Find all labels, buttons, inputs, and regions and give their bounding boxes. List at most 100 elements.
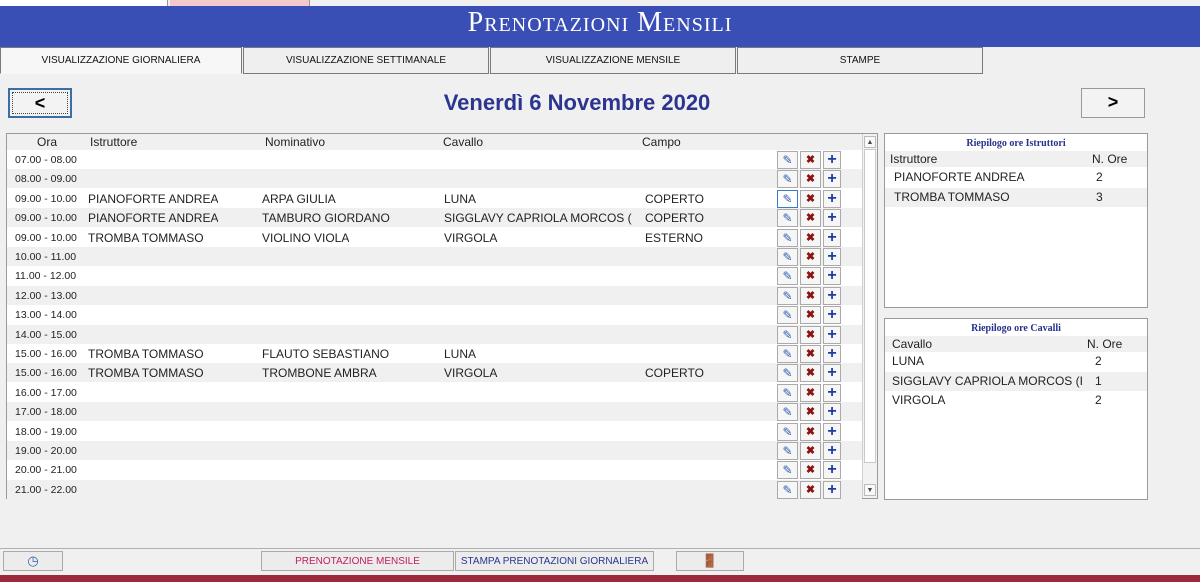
plus-icon[interactable]: + bbox=[823, 442, 841, 460]
page-title: Prenotazioni Mensili bbox=[467, 7, 733, 38]
plus-icon[interactable]: + bbox=[823, 403, 841, 422]
pencil-icon[interactable]: ✎ bbox=[777, 325, 798, 344]
tab-stampe[interactable]: STAMPE bbox=[737, 47, 983, 74]
plus-icon[interactable]: + bbox=[823, 480, 841, 499]
table-row[interactable]: 13.00 - 14.00 ✎ ✖ + bbox=[7, 305, 862, 325]
pencil-icon[interactable]: ✎ bbox=[777, 151, 798, 169]
delete-x-icon[interactable]: ✖ bbox=[800, 345, 821, 363]
table-row[interactable]: 15.00 - 16.00 TROMBA TOMMASO TROMBONE AMBR… bbox=[7, 363, 862, 383]
delete-x-icon[interactable]: ✖ bbox=[800, 248, 821, 266]
delete-x-icon[interactable]: ✖ bbox=[800, 403, 821, 422]
clock-icon[interactable]: ◷ bbox=[3, 551, 63, 571]
table-row[interactable]: 20.00 - 21.00 ✎ ✖ + bbox=[7, 460, 862, 480]
pencil-icon[interactable]: ✎ bbox=[777, 480, 798, 499]
istruttore-cell: TROMBA TOMMASO bbox=[88, 347, 204, 361]
pencil-icon[interactable]: ✎ bbox=[777, 248, 798, 266]
ora-cell: 07.00 - 08.00 bbox=[15, 154, 77, 166]
ora-cell: 11.00 - 12.00 bbox=[15, 270, 77, 283]
delete-x-icon[interactable]: ✖ bbox=[800, 151, 821, 169]
table-row[interactable]: 18.00 - 19.00 ✎ ✖ + bbox=[7, 422, 862, 441]
delete-x-icon[interactable]: ✖ bbox=[800, 461, 821, 480]
table-row[interactable]: 10.00 - 11.00 ✎ ✖ + bbox=[7, 247, 862, 266]
table-row[interactable]: 17.00 - 18.00 ✎ ✖ + bbox=[7, 402, 862, 422]
previous-day-button[interactable]: < bbox=[8, 88, 72, 118]
pencil-icon[interactable]: ✎ bbox=[777, 209, 798, 228]
plus-icon[interactable]: + bbox=[823, 364, 841, 383]
delete-x-icon[interactable]: ✖ bbox=[800, 364, 821, 383]
delete-x-icon[interactable]: ✖ bbox=[800, 306, 821, 325]
table-row[interactable]: 16.00 - 17.00 ✎ ✖ + bbox=[7, 383, 862, 402]
pencil-icon[interactable]: ✎ bbox=[777, 364, 798, 383]
table-row[interactable]: 15.00 - 16.00 TROMBA TOMMASO FLAUTO SEBAST… bbox=[7, 344, 862, 363]
summary-name: SIGGLAVY CAPRIOLA MORCOS (I bbox=[892, 373, 1083, 388]
plus-icon[interactable]: + bbox=[823, 248, 841, 266]
delete-x-icon[interactable]: ✖ bbox=[800, 480, 821, 499]
pencil-icon[interactable]: ✎ bbox=[777, 267, 798, 286]
pencil-icon[interactable]: ✎ bbox=[777, 189, 798, 208]
istruttore-cell: TROMBA TOMMASO bbox=[88, 366, 204, 381]
delete-x-icon[interactable]: ✖ bbox=[800, 325, 821, 344]
pencil-icon[interactable]: ✎ bbox=[777, 228, 798, 247]
table-row[interactable]: 09.00 - 10.00 PIANOFORTE ANDREA ARPA GIULI… bbox=[7, 189, 862, 208]
table-row[interactable]: 14.00 - 15.00 ✎ ✖ + bbox=[7, 324, 862, 344]
col-cavallo: Cavallo bbox=[443, 135, 484, 149]
nominativo-cell: TROMBONE AMBRA bbox=[262, 366, 377, 381]
stampa-prenotazioni-giornaliera-button[interactable]: STAMPA PRENOTAZIONI GIORNALIERA bbox=[455, 551, 654, 571]
campo-cell: ESTERNO bbox=[645, 230, 704, 245]
plus-icon[interactable]: + bbox=[823, 306, 841, 325]
plus-icon[interactable]: + bbox=[823, 267, 841, 286]
exit-door-icon[interactable]: 🚪 bbox=[676, 551, 744, 571]
delete-x-icon[interactable]: ✖ bbox=[800, 383, 821, 402]
pencil-icon[interactable]: ✎ bbox=[777, 461, 798, 480]
tab-visualizzazione-giornaliera[interactable]: VISUALIZZAZIONE GIORNALIERA bbox=[0, 47, 242, 74]
delete-x-icon[interactable]: ✖ bbox=[800, 286, 821, 305]
table-row[interactable]: 08.00 - 09.00 ✎ ✖ + bbox=[7, 169, 862, 189]
bookings-grid: Ora Istruttore Nominativo Cavallo Campo … bbox=[6, 133, 878, 499]
table-row[interactable]: 12.00 - 13.00 ✎ ✖ + bbox=[7, 285, 862, 305]
plus-icon[interactable]: + bbox=[823, 286, 841, 305]
delete-x-icon[interactable]: ✖ bbox=[800, 442, 821, 460]
pencil-icon[interactable]: ✎ bbox=[777, 422, 798, 441]
riepilogo-cavalli-panel: Riepilogo ore Cavalli Cavallo N. Ore LUN… bbox=[884, 318, 1148, 500]
table-row[interactable]: 11.00 - 12.00 ✎ ✖ + bbox=[7, 266, 862, 286]
ora-cell: 16.00 - 17.00 bbox=[15, 386, 77, 399]
plus-icon[interactable]: + bbox=[823, 325, 841, 344]
table-row[interactable]: 19.00 - 20.00 ✎ ✖ + bbox=[7, 441, 862, 460]
pencil-icon[interactable]: ✎ bbox=[777, 403, 798, 422]
plus-icon[interactable]: + bbox=[823, 209, 841, 228]
scroll-down-icon[interactable]: ▼ bbox=[864, 484, 876, 496]
plus-icon[interactable]: + bbox=[823, 383, 841, 402]
table-row[interactable]: 21.00 - 22.00 ✎ ✖ + bbox=[7, 479, 862, 499]
pencil-icon[interactable]: ✎ bbox=[777, 345, 798, 363]
plus-icon[interactable]: + bbox=[823, 189, 841, 208]
delete-x-icon[interactable]: ✖ bbox=[800, 422, 821, 441]
ora-cell: 08.00 - 09.00 bbox=[15, 173, 77, 186]
grid-scrollbar[interactable]: ▲ ▼ bbox=[862, 134, 877, 498]
tab-visualizzazione-settimanale[interactable]: VISUALIZZAZIONE SETTIMANALE bbox=[243, 47, 489, 74]
next-day-button[interactable]: > bbox=[1081, 88, 1145, 118]
pencil-icon[interactable]: ✎ bbox=[777, 442, 798, 460]
plus-icon[interactable]: + bbox=[823, 228, 841, 247]
delete-x-icon[interactable]: ✖ bbox=[800, 170, 821, 189]
plus-icon[interactable]: + bbox=[823, 345, 841, 363]
scroll-thumb[interactable] bbox=[864, 149, 876, 463]
tab-visualizzazione-mensile[interactable]: VISUALIZZAZIONE MENSILE bbox=[490, 47, 736, 74]
pencil-icon[interactable]: ✎ bbox=[777, 170, 798, 189]
col-n-ore: N. Ore bbox=[1092, 152, 1128, 166]
delete-x-icon[interactable]: ✖ bbox=[800, 228, 821, 247]
table-row[interactable]: 07.00 - 08.00 ✎ ✖ + bbox=[7, 150, 862, 169]
scroll-up-icon[interactable]: ▲ bbox=[864, 136, 876, 148]
delete-x-icon[interactable]: ✖ bbox=[800, 209, 821, 228]
pencil-icon[interactable]: ✎ bbox=[777, 286, 798, 305]
table-row[interactable]: 09.00 - 10.00 TROMBA TOMMASO VIOLINO VIOLA… bbox=[7, 228, 862, 247]
pencil-icon[interactable]: ✎ bbox=[777, 383, 798, 402]
delete-x-icon[interactable]: ✖ bbox=[800, 267, 821, 286]
prenotazione-mensile-button[interactable]: PRENOTAZIONE MENSILE bbox=[261, 551, 454, 571]
delete-x-icon[interactable]: ✖ bbox=[800, 189, 821, 208]
plus-icon[interactable]: + bbox=[823, 461, 841, 480]
pencil-icon[interactable]: ✎ bbox=[777, 306, 798, 325]
plus-icon[interactable]: + bbox=[823, 170, 841, 189]
plus-icon[interactable]: + bbox=[823, 151, 841, 169]
plus-icon[interactable]: + bbox=[823, 422, 841, 441]
table-row[interactable]: 09.00 - 10.00 PIANOFORTE ANDREA TAMBURO GI… bbox=[7, 208, 862, 228]
